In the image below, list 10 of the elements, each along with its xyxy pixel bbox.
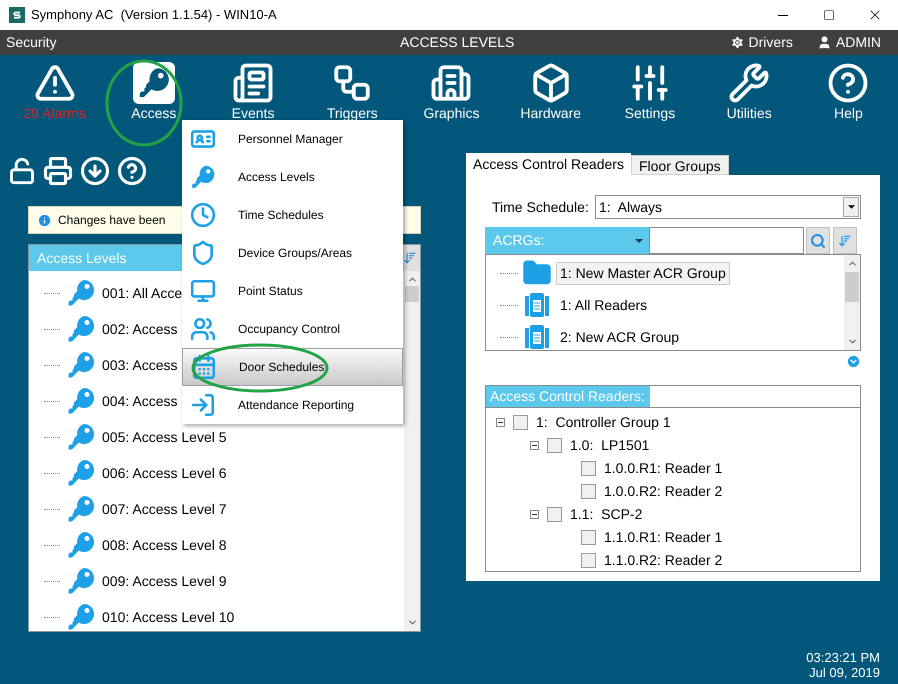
window-title: Symphony AC (Version 1.1.54) - WIN10-A — [31, 6, 277, 24]
status-time: 03:23:21 PM — [806, 650, 880, 665]
readers-header: Access Control Readers: — [486, 386, 650, 407]
notice-text: Changes have been — [58, 212, 166, 229]
section-label: Security — [6, 33, 57, 52]
field-label: Time Schedule: — [491, 198, 590, 216]
header-label: ACRGs: — [493, 231, 544, 250]
page-title: ACCESS LEVELS — [400, 33, 514, 52]
status-date: Jul 09, 2019 — [809, 665, 880, 680]
header-label: Access Levels — [37, 248, 126, 268]
